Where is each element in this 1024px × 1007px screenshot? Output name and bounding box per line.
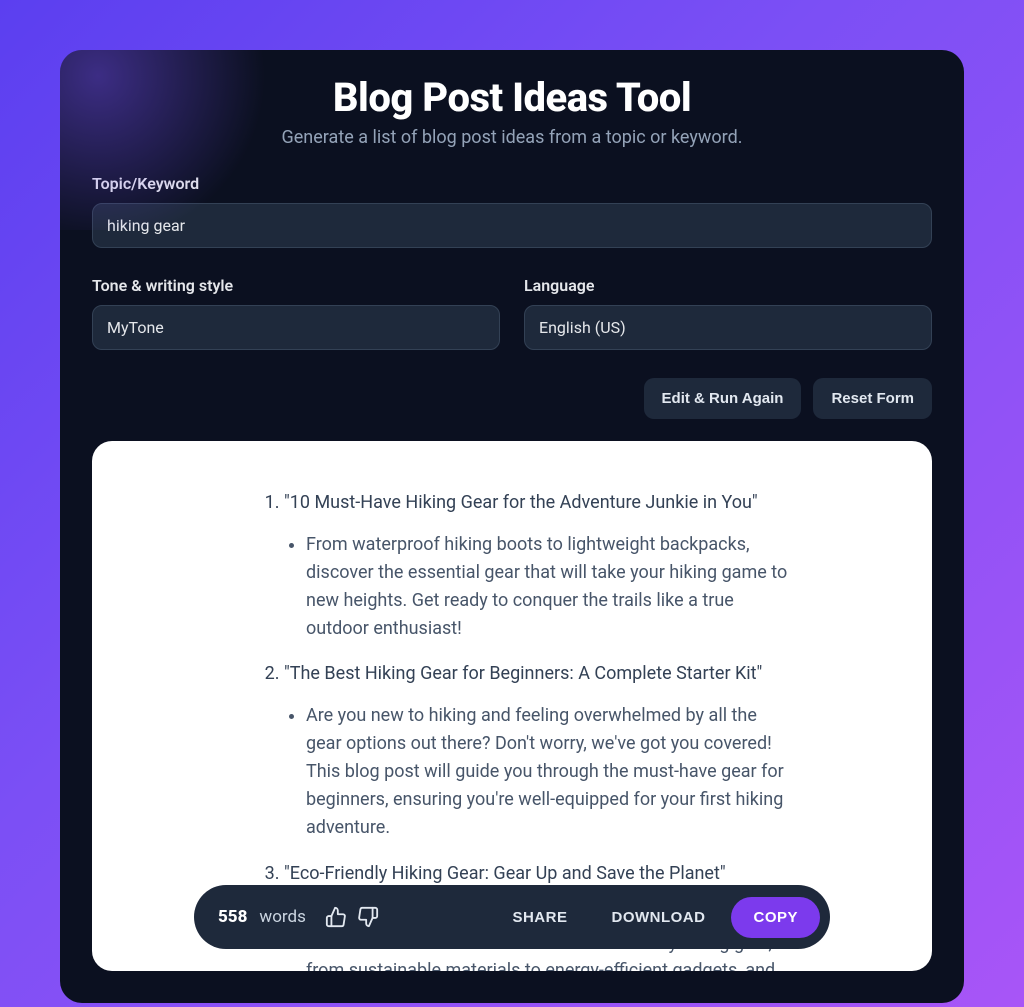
tone-label: Tone & writing style — [92, 276, 500, 295]
form-actions: Edit & Run Again Reset Form — [92, 378, 932, 419]
idea-item: "10 Must-Have Hiking Gear for the Advent… — [284, 489, 788, 642]
idea-title: "The Best Hiking Gear for Beginners: A C… — [284, 663, 762, 684]
idea-title: "Eco-Friendly Hiking Gear: Gear Up and S… — [284, 863, 726, 884]
thumbs-down-icon[interactable] — [356, 905, 380, 929]
thumbs-up-icon[interactable] — [324, 905, 348, 929]
download-button[interactable]: DOWNLOAD — [593, 899, 723, 936]
field-row: Tone & writing style Language — [92, 276, 932, 350]
idea-description: From waterproof hiking boots to lightwei… — [306, 531, 788, 643]
idea-title: "10 Must-Have Hiking Gear for the Advent… — [284, 492, 758, 513]
share-button[interactable]: SHARE — [494, 899, 585, 936]
page-subtitle: Generate a list of blog post ideas from … — [92, 127, 932, 148]
reset-form-button[interactable]: Reset Form — [813, 378, 932, 419]
language-label: Language — [524, 276, 932, 295]
word-count-number: 558 — [218, 907, 247, 927]
idea-description: Are you new to hiking and feeling overwh… — [306, 702, 788, 841]
tone-field: Tone & writing style — [92, 276, 500, 350]
language-field: Language — [524, 276, 932, 350]
topic-field: Topic/Keyword — [92, 174, 932, 248]
language-select[interactable] — [524, 305, 932, 350]
copy-button[interactable]: COPY — [731, 897, 820, 938]
output-toolbar: 558 words SHARE DOWNLOAD COPY — [194, 885, 830, 949]
tool-card: Blog Post Ideas Tool Generate a list of … — [60, 50, 964, 1003]
output-panel: "10 Must-Have Hiking Gear for the Advent… — [92, 441, 932, 971]
tone-select[interactable] — [92, 305, 500, 350]
idea-item: "The Best Hiking Gear for Beginners: A C… — [284, 660, 788, 841]
edit-run-again-button[interactable]: Edit & Run Again — [644, 378, 802, 419]
page-title: Blog Post Ideas Tool — [92, 74, 932, 121]
word-count-label: words — [259, 907, 305, 927]
topic-label: Topic/Keyword — [92, 174, 932, 193]
topic-input[interactable] — [92, 203, 932, 248]
